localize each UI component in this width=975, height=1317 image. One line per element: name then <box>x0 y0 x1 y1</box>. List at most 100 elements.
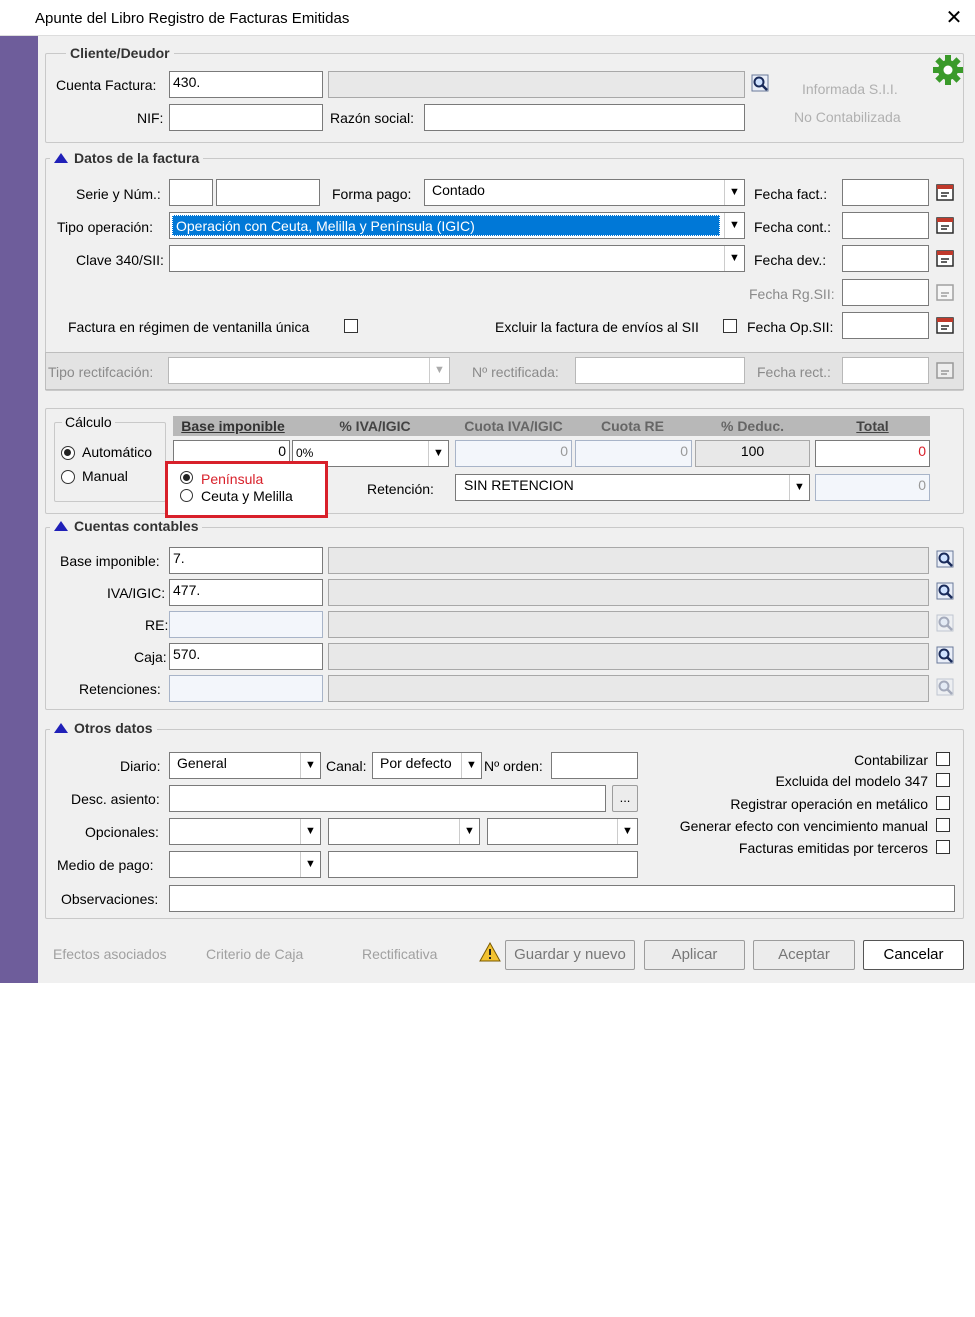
cuenta-re-input <box>169 611 323 638</box>
excluir-checkbox[interactable] <box>723 319 737 333</box>
medio-select[interactable]: ▼ <box>169 851 321 878</box>
datos-title: Datos de la factura <box>50 150 204 166</box>
close-button[interactable]: ✕ <box>940 4 968 32</box>
search-icon[interactable] <box>750 74 770 94</box>
contabilizar-checkbox[interactable] <box>936 752 950 766</box>
serie-input[interactable] <box>169 179 213 206</box>
peninsula-radio[interactable] <box>180 471 193 484</box>
forma-select[interactable]: Contado ▼ <box>424 179 745 206</box>
chevron-down-icon: ▼ <box>789 475 809 500</box>
desc-input[interactable] <box>169 785 606 812</box>
desc-lookup-button[interactable]: ... <box>612 785 638 812</box>
manual-radio[interactable] <box>61 470 75 484</box>
razon-input[interactable] <box>424 104 745 131</box>
cuenta-caja-input[interactable]: 570. <box>169 643 323 670</box>
retencion-select[interactable]: SIN RETENCION ▼ <box>455 474 810 501</box>
search-icon[interactable] <box>935 646 955 666</box>
tipo-rect-label: Tipo rectifcación: <box>48 364 154 380</box>
gear-icon[interactable] <box>932 54 964 86</box>
criterio-link[interactable]: Criterio de Caja <box>206 946 303 962</box>
obs-input[interactable] <box>169 885 955 912</box>
nif-label: NIF: <box>137 110 164 126</box>
cuota-re-display: 0 <box>575 440 692 467</box>
cuenta-name-display <box>328 71 745 98</box>
opcional-3-select[interactable]: ▼ <box>487 818 638 845</box>
chevron-down-icon: ▼ <box>300 753 320 778</box>
informada-status: Informada S.I.I. <box>802 81 898 97</box>
cuenta-re-label: RE: <box>145 617 169 633</box>
hdr-total: Total <box>856 418 889 434</box>
fecha-rg-input <box>842 279 929 306</box>
calendar-icon[interactable] <box>935 216 955 236</box>
diario-select[interactable]: General ▼ <box>169 752 321 779</box>
cuenta-base-label: Base imponible: <box>60 553 160 569</box>
canal-select[interactable]: Por defecto ▼ <box>372 752 482 779</box>
guardar-nuevo-button[interactable]: Guardar y nuevo <box>505 940 635 970</box>
ventanilla-label: Factura en régimen de ventanilla única <box>68 319 310 335</box>
rectificativa-link[interactable]: Rectificativa <box>362 946 437 962</box>
fecha-cont-input[interactable] <box>842 212 929 239</box>
collapse-triangle-icon[interactable] <box>54 723 68 733</box>
desc-label: Desc. asiento: <box>71 791 160 807</box>
calendar-icon[interactable] <box>935 316 955 336</box>
manual-label: Manual <box>82 468 128 484</box>
fecha-dev-input[interactable] <box>842 245 929 272</box>
chevron-down-icon: ▼ <box>300 819 320 844</box>
search-icon[interactable] <box>935 582 955 602</box>
cliente-title: Cliente/Deudor <box>66 45 174 61</box>
metalico-label: Registrar operación en metálico <box>730 796 928 812</box>
ventanilla-checkbox[interactable] <box>344 319 358 333</box>
diario-label: Diario: <box>120 758 161 774</box>
collapse-triangle-icon[interactable] <box>54 153 68 163</box>
calculo-title: Cálculo <box>62 414 115 430</box>
aplicar-button[interactable]: Aplicar <box>644 940 745 970</box>
ceuta-radio[interactable] <box>180 489 193 502</box>
fecha-rg-label: Fecha Rg.SII: <box>749 286 835 302</box>
chevron-down-icon: ▼ <box>300 852 320 877</box>
calendar-icon <box>935 283 955 303</box>
opcional-2-select[interactable]: ▼ <box>328 818 480 845</box>
canal-label: Canal: <box>326 758 367 774</box>
cuentas-title: Cuentas contables <box>50 518 203 534</box>
num-input[interactable] <box>216 179 320 206</box>
chevron-down-icon: ▼ <box>724 213 744 238</box>
hdr-cuota-iva: Cuota IVA/IGIC <box>464 418 563 434</box>
fecha-fact-label: Fecha fact.: <box>754 186 828 202</box>
clave-select[interactable]: ▼ <box>169 245 745 272</box>
collapse-triangle-icon[interactable] <box>54 521 68 531</box>
cuenta-ret-input <box>169 675 323 702</box>
calendar-icon <box>935 361 955 381</box>
cuenta-input[interactable]: 430. <box>169 71 323 98</box>
cancelar-button[interactable]: Cancelar <box>863 940 964 970</box>
hdr-cuota-re: Cuota RE <box>601 418 664 434</box>
cuenta-base-input[interactable]: 7. <box>169 547 323 574</box>
auto-radio[interactable] <box>61 446 75 460</box>
efectos-link[interactable]: Efectos asociados <box>53 946 167 962</box>
search-icon <box>935 678 955 698</box>
cuenta-iva-label: IVA/IGIC: <box>107 585 166 601</box>
aceptar-button[interactable]: Aceptar <box>753 940 855 970</box>
serie-label: Serie y Núm.: <box>76 186 161 202</box>
medio-desc-input[interactable] <box>328 851 638 878</box>
metalico-checkbox[interactable] <box>936 796 950 810</box>
otros-title: Otros datos <box>50 720 157 736</box>
cuenta-iva-input[interactable]: 477. <box>169 579 323 606</box>
fecha-fact-input[interactable] <box>842 179 929 206</box>
excluida-347-checkbox[interactable] <box>936 773 950 787</box>
calendar-icon[interactable] <box>935 249 955 269</box>
terceros-label: Facturas emitidas por terceros <box>738 840 928 856</box>
calculo-group <box>54 422 166 502</box>
total-display: 0 <box>815 440 930 467</box>
chevron-down-icon: ▼ <box>724 246 744 271</box>
opcional-1-select[interactable]: ▼ <box>169 818 321 845</box>
fecha-op-label: Fecha Op.SII: <box>747 319 834 335</box>
forma-label: Forma pago: <box>332 186 412 202</box>
fecha-op-input[interactable] <box>842 312 929 339</box>
efecto-manual-checkbox[interactable] <box>936 818 950 832</box>
calendar-icon[interactable] <box>935 183 955 203</box>
orden-input[interactable] <box>551 752 638 779</box>
terceros-checkbox[interactable] <box>936 840 950 854</box>
search-icon[interactable] <box>935 550 955 570</box>
tipo-select[interactable]: Operación con Ceuta, Melilla y Península… <box>169 212 745 239</box>
nif-input[interactable] <box>169 104 323 131</box>
